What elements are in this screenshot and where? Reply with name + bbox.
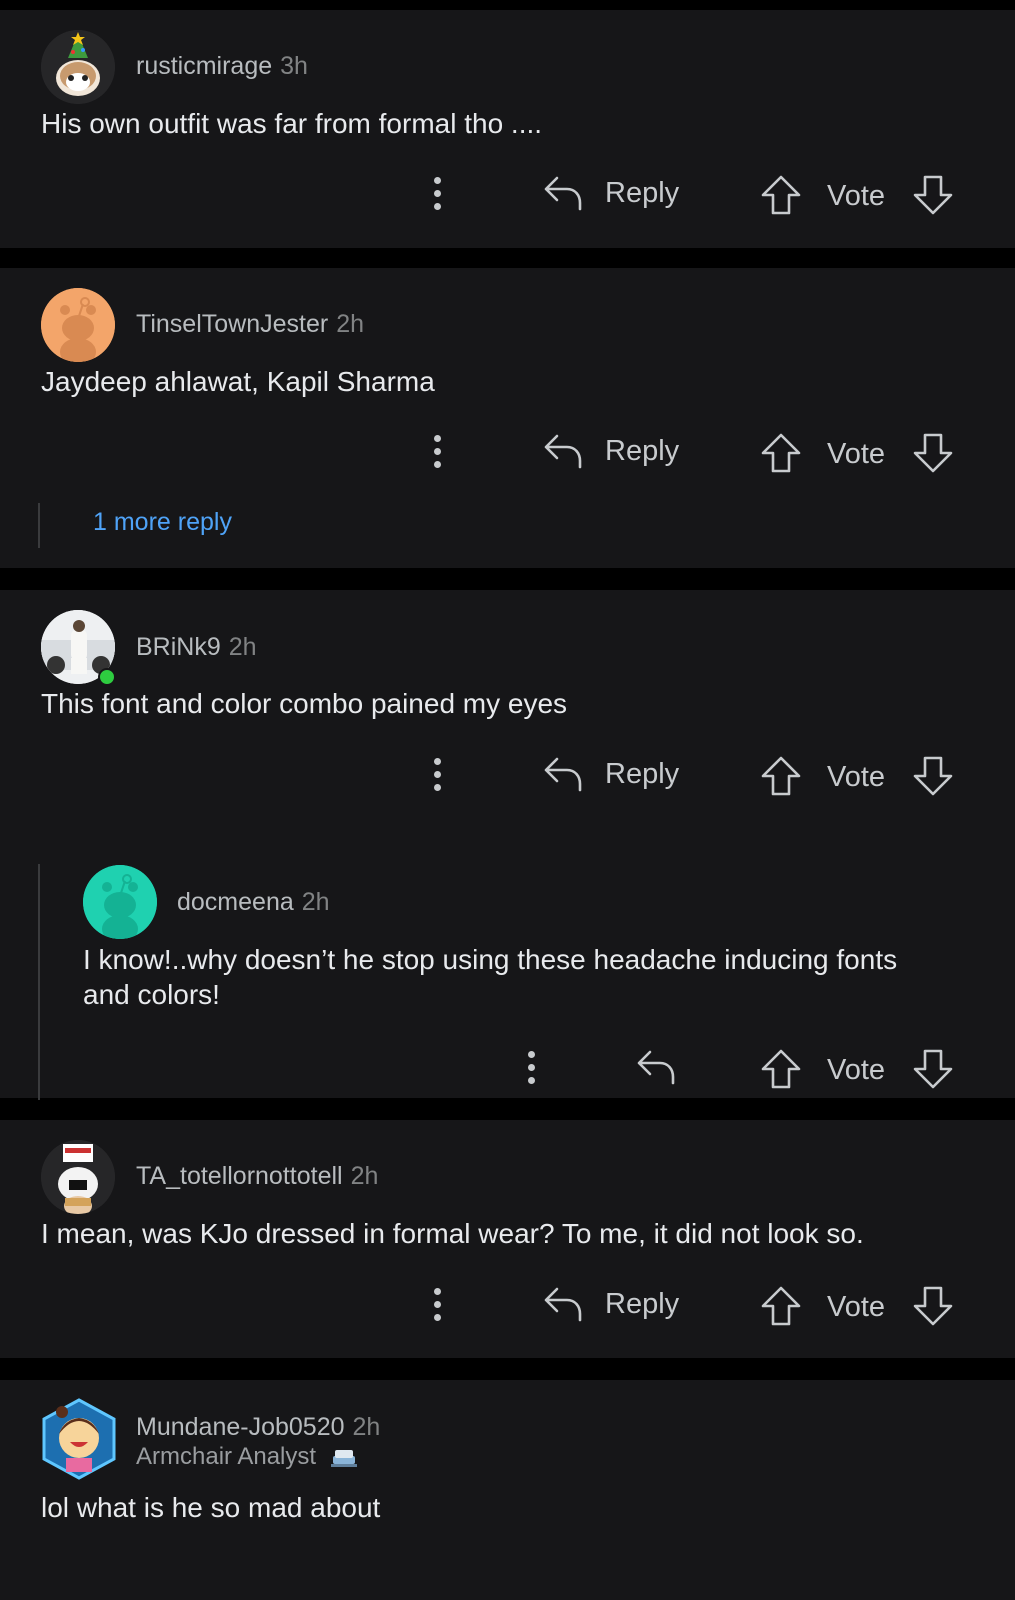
snoo-avatar-icon: [83, 865, 157, 939]
thread-line[interactable]: [38, 864, 40, 1100]
upvote-arrow-icon: [761, 433, 801, 473]
reply-button[interactable]: Reply: [543, 432, 679, 470]
avatar[interactable]: [41, 288, 115, 362]
reply-arrow-icon: [637, 1050, 675, 1085]
avatar[interactable]: [38, 1398, 120, 1480]
vote-score: Vote: [827, 761, 886, 793]
comment-card: [0, 590, 1015, 1098]
vote-score: Vote: [827, 1054, 886, 1086]
reply-label: Reply: [605, 757, 680, 790]
avatar[interactable]: [41, 1140, 115, 1214]
reply-label: Reply: [605, 434, 680, 467]
comment-username[interactable]: BRiNk9 2h: [136, 633, 257, 662]
reply-label: Reply: [605, 1287, 680, 1320]
vertical-dots-icon: [434, 177, 441, 184]
more-options-button[interactable]: [434, 435, 442, 471]
username[interactable]: TinselTownJester: [136, 310, 328, 338]
vote-score: Vote: [827, 438, 886, 470]
username[interactable]: Mundane-Job0520: [136, 1413, 345, 1441]
downvote-button[interactable]: [912, 755, 954, 797]
upvote-button[interactable]: [760, 432, 802, 474]
downvote-button[interactable]: [912, 1048, 954, 1090]
comment-body: lol what is he so mad about: [41, 1492, 381, 1523]
vote-score: Vote: [827, 1291, 886, 1323]
downvote-arrow-icon: [913, 1049, 953, 1089]
comment-age: 2h: [301, 888, 330, 916]
upvote-arrow-icon: [761, 756, 801, 796]
reply-body: I know!..why doesn’t he stop using these…: [83, 942, 963, 1012]
comment-age: 2h: [336, 310, 365, 338]
reply-body-line: I know!..why doesn’t he stop using these…: [83, 944, 898, 975]
reply-button[interactable]: Reply: [543, 755, 679, 793]
snoo-avatar-icon: [41, 30, 115, 104]
comment-body: Jaydeep ahlawat, Kapil Sharma: [41, 366, 435, 397]
comment-age: 2h: [228, 633, 257, 661]
flair-text: Armchair Analyst: [136, 1443, 317, 1470]
upvote-button[interactable]: [760, 755, 802, 797]
username[interactable]: TA_totellornottotell: [136, 1162, 343, 1190]
downvote-arrow-icon: [913, 175, 953, 215]
more-options-button[interactable]: [528, 1051, 536, 1087]
reply-body-line: and colors!: [83, 979, 220, 1010]
downvote-button[interactable]: [912, 432, 954, 474]
reply-arrow-icon: [544, 176, 582, 211]
comment-username[interactable]: Mundane-Job0520 2h: [136, 1413, 380, 1442]
comment-body: I mean, was KJo dressed in formal wear? …: [41, 1218, 864, 1249]
downvote-button[interactable]: [912, 174, 954, 216]
vertical-dots-icon: [528, 1051, 535, 1058]
comment-age: 2h: [350, 1162, 379, 1190]
comment-age: 2h: [352, 1413, 381, 1441]
more-options-button[interactable]: [434, 1288, 442, 1324]
reply-label: Reply: [605, 176, 680, 209]
reply-username[interactable]: docmeena 2h: [177, 888, 330, 917]
comment-username[interactable]: TA_totellornottotell 2h: [136, 1162, 378, 1191]
vertical-dots-icon: [434, 758, 441, 765]
avatar[interactable]: [83, 865, 157, 939]
user-flair: Armchair Analyst: [136, 1443, 359, 1471]
downvote-button[interactable]: [912, 1285, 954, 1327]
reply-arrow-icon: [544, 757, 582, 792]
upvote-arrow-icon: [761, 1049, 801, 1089]
more-options-button[interactable]: [434, 758, 442, 794]
vertical-dots-icon: [434, 1288, 441, 1295]
username[interactable]: rusticmirage: [136, 52, 272, 80]
vote-score: Vote: [827, 180, 886, 212]
snoo-avatar-icon: [41, 288, 115, 362]
comment-username[interactable]: rusticmirage 3h: [136, 52, 308, 81]
comment-age: 3h: [280, 52, 308, 80]
upvote-arrow-icon: [761, 1286, 801, 1326]
comment-body: This font and color combo pained my eyes: [41, 688, 568, 719]
thread-line[interactable]: [38, 503, 40, 548]
upvote-button[interactable]: [760, 174, 802, 216]
comment-username[interactable]: TinselTownJester 2h: [136, 310, 364, 339]
reply-button[interactable]: Reply: [543, 174, 679, 212]
downvote-arrow-icon: [913, 433, 953, 473]
snoo-avatar-icon: [42, 1398, 116, 1480]
armchair-icon: [330, 1449, 357, 1467]
comment-body: His own outfit was far from formal tho .…: [41, 108, 543, 139]
vertical-dots-icon: [434, 435, 441, 442]
upvote-arrow-icon: [761, 175, 801, 215]
username[interactable]: docmeena: [177, 888, 294, 916]
more-replies-link[interactable]: 1 more reply: [93, 508, 232, 537]
reply-button[interactable]: Reply: [543, 1285, 679, 1323]
snoo-avatar-icon: [41, 1140, 115, 1214]
downvote-arrow-icon: [913, 756, 953, 796]
reply-button[interactable]: [636, 1048, 676, 1086]
upvote-button[interactable]: [760, 1285, 802, 1327]
reply-arrow-icon: [544, 434, 582, 469]
online-status-dot: [98, 668, 116, 686]
downvote-arrow-icon: [913, 1286, 953, 1326]
avatar[interactable]: [41, 30, 115, 104]
reply-arrow-icon: [544, 1287, 582, 1322]
upvote-button[interactable]: [760, 1048, 802, 1090]
username[interactable]: BRiNk9: [136, 633, 221, 661]
more-options-button[interactable]: [434, 177, 442, 213]
